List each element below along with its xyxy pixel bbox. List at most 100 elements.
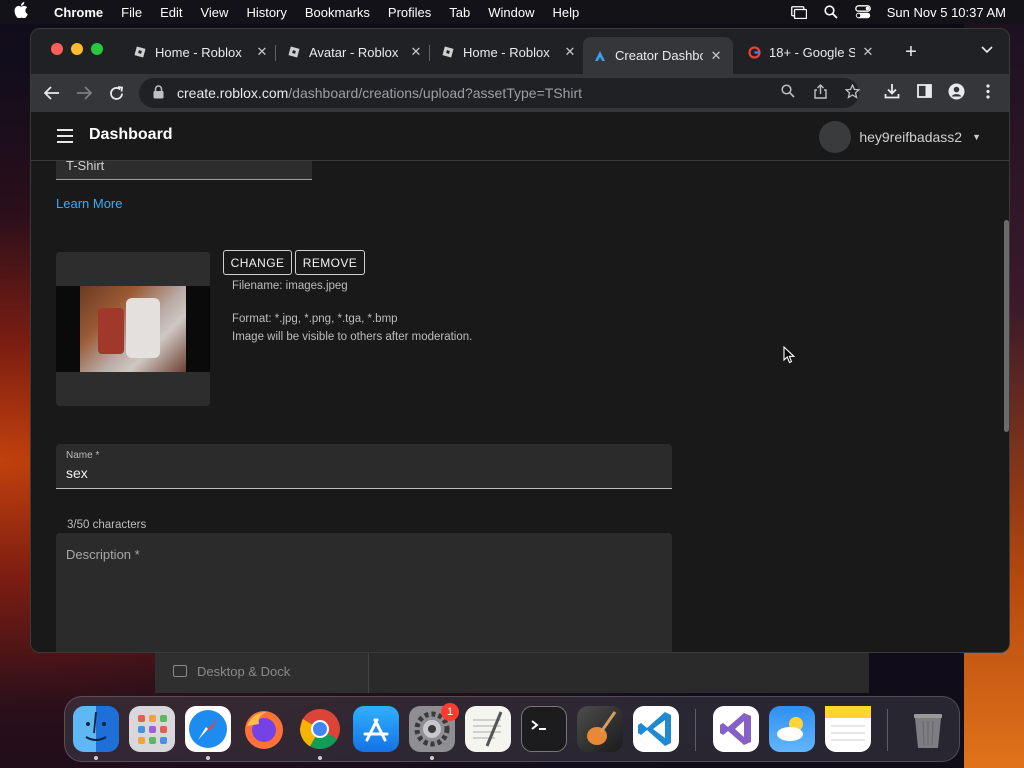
name-label: Name * <box>66 450 100 461</box>
filename-text: Filename: images.jpeg <box>232 280 348 292</box>
tab-close-icon[interactable]: ✕ <box>861 44 875 60</box>
macos-dock: 1 <box>64 696 960 762</box>
tab-close-icon[interactable]: ✕ <box>255 44 269 60</box>
settings-sidebar: Desktop & Dock <box>155 653 369 693</box>
name-character-count: 3/50 characters <box>67 519 147 531</box>
avatar[interactable] <box>819 121 852 153</box>
spotlight-search-icon[interactable] <box>823 5 839 19</box>
menu-view[interactable]: View <box>200 5 228 20</box>
launchpad-icon[interactable] <box>129 706 175 752</box>
change-image-button[interactable]: CHANGE <box>223 250 292 275</box>
page-scrollbar[interactable] <box>1004 220 1009 432</box>
tab-google-search[interactable]: 18+ - Google Search ✕ <box>737 37 885 67</box>
page-title: Dashboard <box>89 126 173 143</box>
background-settings-window: Desktop & Dock <box>155 653 869 693</box>
vscode-icon[interactable] <box>633 706 679 752</box>
menubar-clock[interactable]: Sun Nov 5 10:37 AM <box>887 5 1006 20</box>
address-bar[interactable]: create.roblox.com/dashboard/creations/up… <box>139 78 859 108</box>
tab-search-chevron-icon[interactable] <box>981 43 993 57</box>
control-center-icon[interactable] <box>854 5 871 19</box>
chrome-window: Home - Roblox ✕ Avatar - Roblox ✕ Home -… <box>30 28 1010 653</box>
menu-edit[interactable]: Edit <box>160 5 182 20</box>
roblox-icon <box>441 45 455 59</box>
menu-help[interactable]: Help <box>553 5 580 20</box>
back-arrow-icon[interactable] <box>41 82 63 104</box>
hamburger-menu-icon[interactable] <box>57 129 73 143</box>
user-menu[interactable]: hey9reifbadass2 ▼ <box>819 121 981 153</box>
share-icon[interactable] <box>811 82 829 100</box>
app-store-icon[interactable] <box>353 706 399 752</box>
visual-studio-icon[interactable] <box>713 706 759 752</box>
chrome-menu-icon[interactable] <box>979 82 997 100</box>
forward-arrow-icon[interactable] <box>73 82 95 104</box>
uploaded-image-content <box>80 286 186 372</box>
minimize-window-button[interactable] <box>71 43 83 55</box>
web-page: T-Shirt Learn More CHANGE REMOVE Filenam… <box>31 112 1009 652</box>
roblox-creator-icon <box>593 49 607 63</box>
zoom-window-button[interactable] <box>91 43 103 55</box>
close-window-button[interactable] <box>51 43 63 55</box>
tab-close-icon[interactable]: ✕ <box>409 44 423 60</box>
side-panel-icon[interactable] <box>915 82 933 100</box>
tab-avatar-roblox[interactable]: Avatar - Roblox ✕ <box>277 37 433 67</box>
settings-item-desktop-dock[interactable]: Desktop & Dock <box>197 664 290 679</box>
tab-creator-dashboard[interactable]: Creator Dashboard ✕ <box>583 37 733 74</box>
remove-image-button[interactable]: REMOVE <box>295 250 365 275</box>
lock-icon[interactable] <box>153 84 167 102</box>
chrome-icon[interactable] <box>297 706 343 752</box>
image-preview <box>56 252 210 406</box>
zoom-magnifier-icon[interactable] <box>779 82 797 100</box>
dashboard-header: Dashboard hey9reifbadass2 ▼ <box>31 112 1009 161</box>
dock-separator <box>887 709 888 751</box>
moderation-note: Image will be visible to others after mo… <box>232 331 473 343</box>
reload-icon[interactable] <box>105 82 127 104</box>
menu-file[interactable]: File <box>121 5 142 20</box>
format-text: Format: *.jpg, *.png, *.tga, *.bmp <box>232 313 398 325</box>
tab-close-icon[interactable]: ✕ <box>563 44 577 60</box>
roblox-icon <box>133 45 147 59</box>
running-indicator <box>318 756 322 760</box>
dropdown-caret-icon[interactable]: ▼ <box>972 132 981 142</box>
menu-app-chrome[interactable]: Chrome <box>54 5 103 20</box>
apple-icon[interactable] <box>14 2 36 22</box>
notification-badge: 1 <box>441 703 459 721</box>
url-host: create.roblox.com <box>177 85 289 101</box>
tab-divider <box>275 45 276 61</box>
learn-more-link[interactable]: Learn More <box>56 196 122 211</box>
tab-close-icon[interactable]: ✕ <box>709 48 723 64</box>
safari-icon[interactable] <box>185 706 231 752</box>
username[interactable]: hey9reifbadass2 <box>859 129 962 145</box>
notes-icon[interactable] <box>825 706 871 752</box>
tab-home-roblox-1[interactable]: Home - Roblox ✕ <box>123 37 279 67</box>
terminal-icon[interactable] <box>521 706 567 752</box>
menu-history[interactable]: History <box>246 5 286 20</box>
mouse-pointer-icon <box>783 345 796 364</box>
tab-divider <box>429 45 430 61</box>
weather-icon[interactable] <box>769 706 815 752</box>
running-indicator <box>206 756 210 760</box>
screen-mirroring-icon[interactable] <box>790 5 807 19</box>
menu-profiles[interactable]: Profiles <box>388 5 431 20</box>
bookmark-star-icon[interactable] <box>843 82 861 100</box>
menu-window[interactable]: Window <box>488 5 534 20</box>
name-input[interactable]: sex <box>66 465 88 481</box>
profile-icon[interactable] <box>947 82 965 100</box>
dock-separator <box>695 709 696 751</box>
tab-home-roblox-2[interactable]: Home - Roblox ✕ <box>431 37 587 67</box>
description-field[interactable]: Description * <box>56 533 672 652</box>
window-controls <box>51 43 103 55</box>
running-indicator <box>430 756 434 760</box>
google-icon <box>747 45 761 59</box>
textedit-icon[interactable] <box>465 706 511 752</box>
new-tab-button[interactable]: + <box>901 41 921 64</box>
garageband-icon[interactable] <box>577 706 623 752</box>
trash-icon[interactable] <box>905 706 951 752</box>
name-field[interactable]: Name * sex <box>56 444 672 489</box>
menu-bookmarks[interactable]: Bookmarks <box>305 5 370 20</box>
firefox-icon[interactable] <box>241 706 287 752</box>
image-figure-right <box>126 298 160 358</box>
running-indicator <box>94 756 98 760</box>
menu-tab[interactable]: Tab <box>449 5 470 20</box>
finder-icon[interactable] <box>73 706 119 752</box>
download-icon[interactable] <box>883 82 901 100</box>
